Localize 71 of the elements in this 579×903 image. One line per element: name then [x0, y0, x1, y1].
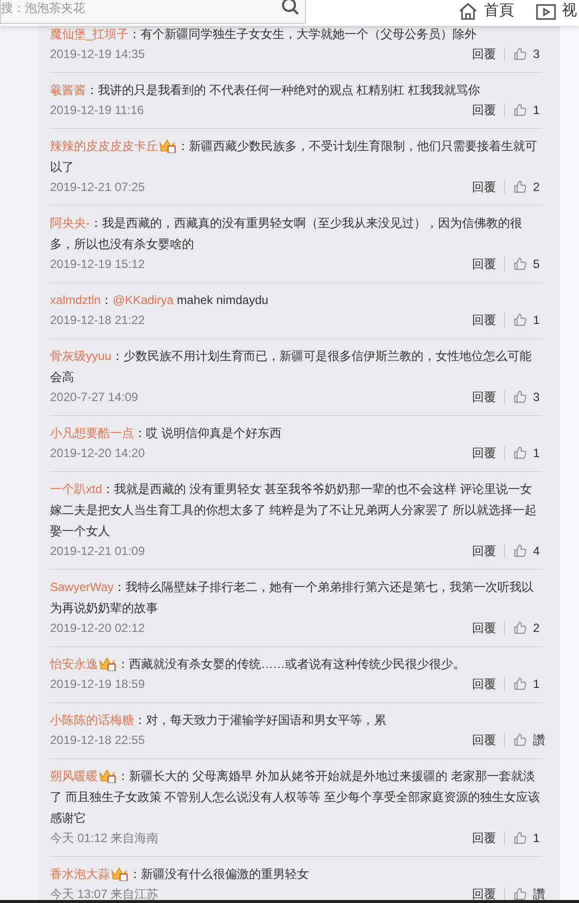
like-button[interactable]: 1 — [513, 103, 547, 117]
comment-text: 阿央央-：我是西藏的，西藏真的没有重男轻女啊（至少我从来没见过），因为信佛教的很多，所以也没有杀女婴啥的 — [50, 215, 523, 253]
thumbs-up-icon — [513, 831, 527, 845]
thumbs-up-icon — [513, 544, 527, 558]
like-button[interactable]: 1 — [513, 313, 547, 327]
like-button[interactable]: 1 — [513, 677, 547, 691]
thumbs-up-icon — [513, 621, 527, 635]
nav-link[interactable]: 首頁 — [458, 2, 514, 26]
like-button[interactable]: 4 — [513, 544, 547, 558]
comment-text: 骨灰级yyuu：少数民族不用计划生育而已，新疆可是很多信伊斯兰教的，女性地位怎么可能会高 — [50, 348, 532, 386]
comment-time: 今天 01:12 来自海南 — [50, 830, 160, 846]
reply-link[interactable]: 回覆 — [472, 621, 505, 635]
reply-link[interactable]: 回覆 — [472, 544, 505, 558]
like-button[interactable]: 1 — [513, 446, 547, 460]
reply-link[interactable]: 回覆 — [472, 733, 505, 747]
comment-text: 怡安永逸 ：西藏就没有杀女婴的传统……或者说有这种传统少民很少很少。 — [50, 655, 466, 673]
like-button[interactable]: 3 — [513, 390, 547, 404]
comment-time: 2019-12-20 14:20 — [50, 446, 146, 460]
comment-time: 2019-12-19 18:59 — [50, 677, 146, 691]
thumbs-up-icon — [513, 180, 527, 194]
like-button[interactable]: 3 — [513, 47, 547, 61]
search-placeholder: 搜：泡泡茶夹花 — [1, 1, 85, 15]
comment-text: 朔风暖暖 ：新疆长大的 父母离婚早 外加从姥爷开始就是外地过来援疆的 老家那一套就淡了 而且独生子女政策 不管别人怎么说没有人权等等 至少每个享受全部家庭资源的独生女应该感谢它 — [50, 767, 542, 827]
thumbs-up-icon — [513, 47, 527, 61]
comment-time: 2019-12-19 11:16 — [50, 103, 145, 117]
comment-text: xalmdztln：@KKadirya mahek nimdaydu — [50, 292, 270, 309]
thumbs-up-icon — [513, 733, 527, 747]
reply-link[interactable]: 回覆 — [472, 390, 505, 404]
comment-text: 一个趴xtd：我就是西藏的 没有重男轻女 甚至我爷爷奶奶那一辈的也不会这样 评论里说一女嫁二夫是把女人当生育工具的你想太多了 纯粹是为了不让兄弟两人分家罢了 所以就选择一起娶一个女人 — [50, 481, 538, 540]
thumbs-up-icon — [513, 887, 527, 900]
like-button[interactable]: 1 — [513, 831, 547, 845]
comment-text: 小陈陈的话梅糖：对，每天致力于灌输学好国语和男女平等，累 — [50, 712, 387, 729]
reply-link[interactable]: 回覆 — [472, 446, 505, 460]
comment-time: 2019-12-21 01:09 — [50, 544, 146, 558]
comment-text: 辣辣的皮皮皮皮卡丘 ：新疆西藏少数民族多，不受计划生育限制，他们只需要接着生就可以了 — [50, 137, 538, 176]
like-button[interactable]: 2 — [513, 621, 547, 635]
reply-link[interactable]: 回覆 — [472, 180, 505, 194]
comment-time: 2019-12-18 21:22 — [50, 313, 146, 327]
video-icon — [536, 2, 556, 20]
reply-link[interactable]: 回覆 — [472, 257, 505, 271]
reply-link[interactable]: 回覆 — [472, 887, 505, 900]
thumbs-up-icon — [513, 257, 527, 271]
thumbs-up-icon — [513, 103, 527, 117]
reply-link[interactable]: 回覆 — [472, 313, 505, 327]
comment-time: 2019-12-18 22:55 — [50, 733, 146, 747]
reply-link[interactable]: 回覆 — [472, 103, 505, 117]
comment-text: SawyerWay：我特么隔壁妹子排行老二，她有一个弟弟排行第六还是第七，我第一次听我以为再说奶奶辈的故事 — [50, 579, 535, 617]
thumbs-up-icon — [513, 313, 527, 327]
comment-time: 2019-12-20 02:12 — [50, 621, 146, 635]
comment-time: 2019-12-21 07:25 — [50, 180, 146, 194]
thumbs-up-icon — [513, 677, 527, 691]
like-button[interactable]: 5 — [513, 257, 547, 271]
comment-time: 2019-12-19 14:35 — [50, 47, 146, 61]
reply-link[interactable]: 回覆 — [472, 677, 505, 691]
like-button[interactable]: 讚 — [513, 732, 547, 748]
like-button[interactable]: 2 — [513, 180, 547, 194]
thumbs-up-icon — [513, 446, 527, 460]
reply-link[interactable]: 回覆 — [472, 831, 505, 845]
search-icon — [281, 0, 299, 15]
comment-time: 2020-7-27 14:09 — [50, 390, 140, 404]
comment-time: 今天 13:07 来自江苏 — [50, 886, 160, 900]
comment-text: 香水泡大蒜 ：新疆没有什么很偏激的重男轻女 — [50, 865, 310, 883]
home-icon — [458, 2, 478, 20]
comment-text: 小凡想要酷一点：哎 说明信仰真是个好东西 — [50, 425, 282, 442]
comment-text: 魔仙堡_扛坝子：有个新疆同学独生子女女生，大学就她一个（父母公务员）除外 — [50, 26, 478, 43]
reply-link[interactable]: 回覆 — [472, 47, 505, 61]
thumbs-up-icon — [513, 390, 527, 404]
like-button[interactable]: 讚 — [513, 886, 547, 900]
comment-time: 2019-12-19 15:12 — [50, 257, 146, 271]
comment-text: 羲酱酱：我讲的只是我看到的 不代表任何一种绝对的观点 杠精别杠 杠我我就骂你 — [50, 82, 482, 99]
nav-link[interactable]: 视 — [536, 2, 577, 26]
